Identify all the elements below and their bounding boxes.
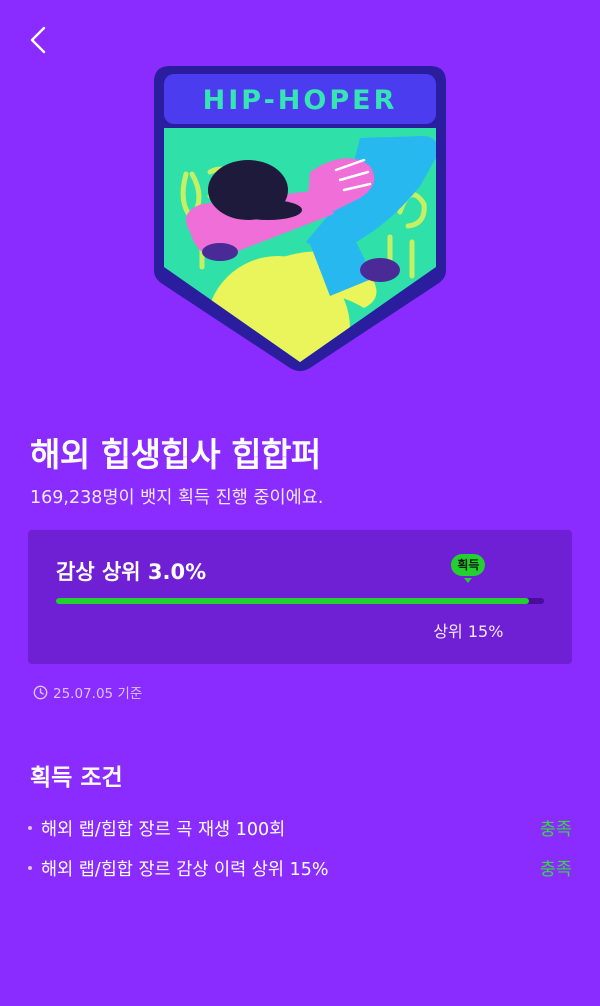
- condition-status: 충족: [539, 859, 572, 880]
- badge-banner-text: HIP-HOPER: [203, 85, 398, 116]
- rank-label: 감상 상위 3.0%: [56, 560, 207, 584]
- conditions-list: 해외 랩/힙합 장르 곡 재생 100회 충족 해외 랩/힙합 장르 감상 이력…: [28, 808, 572, 888]
- conditions-title: 획득 조건: [30, 765, 123, 791]
- rank-progress-track: [56, 598, 544, 604]
- condition-status: 충족: [539, 819, 572, 840]
- bullet-dot: [28, 866, 32, 870]
- condition-text: 해외 랩/힙합 장르 감상 이력 상위 15%: [41, 859, 329, 880]
- badge-emblem: HIP-HOPER: [150, 62, 450, 372]
- clock-icon: [33, 685, 48, 699]
- goal-marker-threshold: 상위 15%: [433, 622, 504, 641]
- back-button[interactable]: [22, 22, 54, 58]
- goal-marker-label: 획득: [451, 554, 486, 576]
- condition-item: 해외 랩/힙합 장르 감상 이력 상위 15% 충족: [28, 848, 572, 888]
- goal-marker-pointer: [464, 578, 473, 583]
- basis-date: 25.07.05 기준: [33, 682, 142, 702]
- badge-subtitle: 169,238명이 뱃지 획득 진행 중이에요.: [30, 488, 324, 508]
- goal-marker: 획득: [451, 554, 486, 583]
- basis-date-text: 25.07.05 기준: [53, 686, 143, 702]
- bullet-dot: [28, 826, 32, 830]
- condition-text: 해외 랩/힙합 장르 곡 재생 100회: [41, 819, 286, 840]
- condition-item: 해외 랩/힙합 장르 곡 재생 100회 충족: [28, 808, 572, 848]
- badge-title: 해외 힙생힙사 힙합퍼: [30, 435, 321, 474]
- rank-progress-fill: [56, 598, 530, 604]
- chevron-left-icon: [30, 26, 46, 54]
- rank-card: 감상 상위 3.0% 획득 상위 15%: [28, 530, 572, 664]
